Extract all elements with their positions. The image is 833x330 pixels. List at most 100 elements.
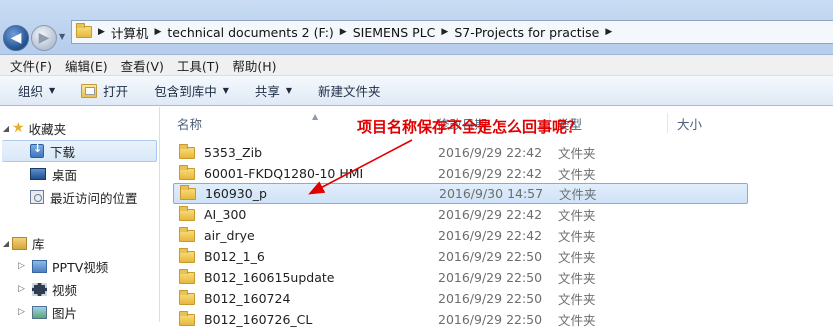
chevron-right-icon[interactable]: ▶ [98, 27, 105, 37]
breadcrumb-s7-projects[interactable]: S7-Projects for practise [454, 25, 599, 40]
annotation-text: 项目名称保存不全是怎么回事呢？ [357, 118, 583, 136]
open-button[interactable]: 打开 [73, 81, 136, 100]
file-row[interactable]: air_drye 2016/9/29 22:42 文件夹 [173, 225, 748, 246]
chevron-right-icon[interactable]: ▶ [605, 27, 612, 37]
file-name: B012_160615update [204, 270, 335, 285]
nav-recent-places[interactable]: 最近访问的位置 [0, 186, 160, 208]
menu-file[interactable]: 文件(F) [5, 56, 60, 75]
column-name-label: 名称 [177, 116, 203, 132]
breadcrumb-drive[interactable]: technical documents 2 (F:) [167, 25, 333, 40]
file-date: 2016/9/30 14:57 [439, 186, 544, 201]
chevron-right-icon[interactable]: ▶ [441, 27, 448, 37]
organize-button[interactable]: 组织 ▼ [10, 81, 63, 100]
share-button[interactable]: 共享 ▼ [247, 81, 300, 100]
file-name: B012_160726_CL [204, 312, 313, 327]
navigation-pane: ◢ ★ 收藏夹 下载 桌面 最近访问的位置 ◢ 库 ▷ PPTV视频 ▷ 视频 … [0, 107, 160, 322]
menu-view[interactable]: 查看(V) [116, 56, 172, 75]
nav-videos-label: 视频 [52, 282, 78, 298]
file-type: 文件夹 [558, 167, 596, 182]
chevron-right-icon[interactable]: ▶ [340, 27, 347, 37]
nav-libraries-label: 库 [32, 236, 45, 252]
file-name: 160930_p [205, 186, 267, 201]
file-name: B012_160724 [204, 291, 291, 306]
menu-help[interactable]: 帮助(H) [227, 56, 284, 75]
column-header-size[interactable]: 大小 [677, 112, 702, 134]
chevron-right-icon[interactable]: ▶ [154, 27, 161, 37]
file-date: 2016/9/29 22:42 [438, 228, 543, 243]
open-label: 打开 [103, 84, 129, 99]
recent-pages-dropdown[interactable]: ▼ [59, 32, 69, 42]
file-row[interactable]: B012_160724 2016/9/29 22:50 文件夹 [173, 288, 748, 309]
pictures-icon [32, 305, 47, 319]
nav-desktop-label: 桌面 [52, 167, 78, 183]
folder-icon [179, 247, 195, 263]
file-list: 名称 ▲ 修改日期 类型 大小 5353_Zib 2016/9/29 22:42… [161, 107, 833, 328]
file-date: 2016/9/29 22:42 [438, 166, 543, 181]
file-name: AI_300 [204, 207, 247, 222]
file-type: 文件夹 [558, 208, 596, 223]
nav-recent-label: 最近访问的位置 [50, 190, 138, 206]
back-arrow-icon: ◀ [10, 30, 22, 46]
file-row[interactable]: 5353_Zib 2016/9/29 22:42 文件夹 [173, 142, 748, 163]
nav-videos[interactable]: ▷ 视频 [0, 278, 160, 300]
caret-down-icon: ▼ [49, 86, 56, 95]
file-type: 文件夹 [558, 146, 596, 161]
nav-pptv-videos[interactable]: ▷ PPTV视频 [0, 255, 160, 277]
expand-arrow-icon[interactable]: ◢ [0, 124, 12, 133]
folder-icon [179, 143, 195, 159]
include-in-library-button[interactable]: 包含到库中 ▼ [146, 81, 237, 100]
file-date: 2016/9/29 22:50 [438, 270, 543, 285]
file-name: B012_1_6 [204, 249, 265, 264]
folder-icon [179, 226, 195, 242]
expand-arrow-icon[interactable]: ◢ [0, 239, 12, 248]
file-row-selected[interactable]: 160930_p 2016/9/30 14:57 文件夹 [173, 183, 748, 204]
file-type: 文件夹 [558, 250, 596, 265]
file-row[interactable]: AI_300 2016/9/29 22:42 文件夹 [173, 204, 748, 225]
file-date: 2016/9/29 22:42 [438, 207, 543, 222]
include-label: 包含到库中 [154, 84, 217, 99]
breadcrumb-computer[interactable]: 计算机 [111, 23, 149, 42]
folder-icon [180, 184, 196, 200]
file-row[interactable]: B012_160726_CL 2016/9/29 22:50 文件夹 [173, 309, 748, 330]
menu-edit[interactable]: 编辑(E) [60, 56, 116, 75]
folder-icon [179, 164, 195, 180]
nav-libraries[interactable]: ◢ 库 [0, 232, 160, 254]
desktop-icon [30, 168, 46, 180]
folder-icon [179, 310, 195, 326]
column-divider[interactable] [667, 113, 668, 133]
menu-bar: 文件(F) 编辑(E) 查看(V) 工具(T) 帮助(H) [0, 55, 833, 76]
folder-icon [179, 268, 195, 284]
file-row[interactable]: B012_160615update 2016/9/29 22:50 文件夹 [173, 267, 748, 288]
file-row[interactable]: 60001-FKDQ1280-10 HMI 2016/9/29 22:42 文件… [173, 163, 748, 184]
collapse-arrow-icon[interactable]: ▷ [18, 261, 28, 271]
collapse-arrow-icon[interactable]: ▷ [18, 284, 28, 294]
nav-pictures[interactable]: ▷ 图片 [0, 301, 160, 323]
open-folder-icon [81, 83, 98, 98]
file-row[interactable]: B012_1_6 2016/9/29 22:50 文件夹 [173, 246, 748, 267]
sort-caret-icon: ▲ [312, 112, 319, 121]
star-icon: ★ [12, 120, 25, 136]
file-date: 2016/9/29 22:50 [438, 249, 543, 264]
collapse-arrow-icon[interactable]: ▷ [18, 307, 28, 317]
nav-downloads-label: 下载 [50, 144, 76, 160]
breadcrumb-siemens-plc[interactable]: SIEMENS PLC [353, 25, 436, 40]
back-button[interactable]: ◀ [3, 25, 29, 51]
new-folder-label: 新建文件夹 [318, 84, 381, 99]
nav-pictures-label: 图片 [52, 305, 78, 321]
nav-downloads[interactable]: 下载 [2, 140, 157, 162]
organize-label: 组织 [18, 84, 44, 99]
file-type: 文件夹 [558, 229, 596, 244]
file-name: air_drye [204, 228, 255, 243]
address-box[interactable]: ▶ 计算机 ▶ technical documents 2 (F:) ▶ SIE… [71, 20, 833, 44]
download-icon [30, 142, 44, 158]
nav-desktop[interactable]: 桌面 [0, 163, 160, 185]
nav-favorites[interactable]: ◢ ★ 收藏夹 [0, 117, 160, 139]
nav-pptv-label: PPTV视频 [52, 259, 109, 275]
menu-tools[interactable]: 工具(T) [172, 56, 227, 75]
folder-icon [179, 205, 195, 221]
file-date: 2016/9/29 22:50 [438, 312, 543, 327]
file-name: 5353_Zib [204, 145, 263, 160]
new-folder-button[interactable]: 新建文件夹 [310, 81, 389, 100]
column-size-label: 大小 [677, 116, 703, 132]
forward-button[interactable]: ▶ [31, 25, 57, 51]
